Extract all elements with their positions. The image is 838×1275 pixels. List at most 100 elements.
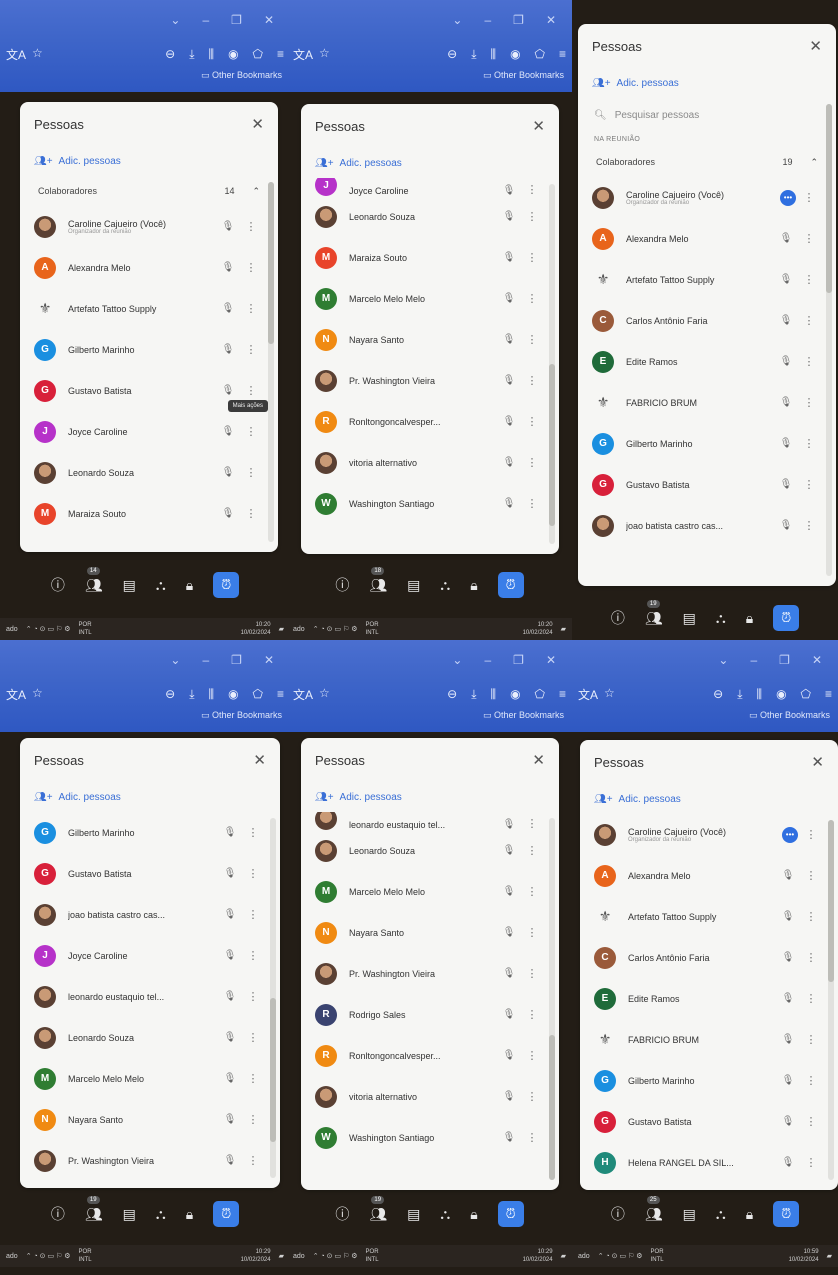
- participant-row[interactable]: M Maraiza Souto 🎙︎ ⋮: [301, 237, 559, 278]
- more-options-icon[interactable]: ⋮: [238, 466, 264, 479]
- other-bookmarks[interactable]: ▭ Other Bookmarks: [201, 70, 282, 81]
- close-window-icon[interactable]: ✕: [264, 653, 274, 667]
- participant-row[interactable]: M Marcelo Melo Melo 🎙︎ ⋮: [301, 278, 559, 319]
- close-window-icon[interactable]: ✕: [546, 653, 556, 667]
- participant-row[interactable]: G Gilberto Marinho 🎙︎ ⋮: [580, 1060, 838, 1101]
- more-options-icon[interactable]: ⋮: [519, 415, 545, 428]
- activities-button[interactable]: ⏰︎: [213, 1201, 240, 1227]
- mic-off-icon[interactable]: 🎙︎: [778, 1157, 798, 1168]
- participant-row[interactable]: G Gustavo Batista 🎙︎ ⋮: [20, 853, 280, 894]
- more-options-icon[interactable]: ⋮: [240, 1154, 266, 1167]
- tray-icons[interactable]: ⌃ ◔ ⊙ ▭ ⚐ ⚙: [26, 625, 71, 633]
- restore-icon[interactable]: ❐: [779, 653, 790, 667]
- scrollbar[interactable]: [826, 104, 832, 576]
- info-icon[interactable]: ⓘ: [611, 608, 625, 628]
- participant-row[interactable]: Leonardo Souza 🎙︎ ⋮: [20, 452, 278, 493]
- menu-icon[interactable]: ≡: [559, 47, 566, 62]
- more-options-icon[interactable]: ⋮: [519, 292, 545, 305]
- scrollbar[interactable]: [270, 818, 276, 1178]
- lock-icon[interactable]: 🔒︎: [470, 577, 477, 594]
- taskbar-clock[interactable]: 10:29 10/02/2024: [241, 1248, 271, 1264]
- more-options-icon[interactable]: ⋮: [519, 251, 545, 264]
- participant-row[interactable]: A Alexandra Melo 🎙︎ ⋮: [578, 218, 836, 259]
- mic-off-icon[interactable]: 🎙︎: [776, 315, 796, 326]
- more-options-icon[interactable]: ⋮: [519, 1090, 545, 1103]
- mic-off-icon[interactable]: 🎙︎: [220, 868, 240, 879]
- participant-row[interactable]: H Helena RANGEL DA SIL... 🎙︎ ⋮: [580, 1142, 838, 1183]
- language-indicator[interactable]: POR INTL: [366, 621, 379, 637]
- participant-row[interactable]: ⚜ Artefato Tattoo Supply 🎙︎ ⋮: [580, 896, 838, 937]
- mic-off-icon[interactable]: 🎙︎: [499, 293, 519, 304]
- language-indicator[interactable]: POR INTL: [651, 1248, 664, 1264]
- mic-off-icon[interactable]: 🎙︎: [776, 520, 796, 531]
- library-icon[interactable]: ⫼: [491, 47, 497, 62]
- participant-row[interactable]: R Rodrigo Sales 🎙︎ ⋮: [301, 994, 559, 1035]
- mic-off-icon[interactable]: 🎙︎: [778, 1075, 798, 1086]
- library-icon[interactable]: ⫼: [209, 687, 215, 702]
- participant-row[interactable]: M Marcelo Melo Melo 🎙︎ ⋮: [301, 871, 559, 912]
- mic-off-icon[interactable]: 🎙︎: [220, 1155, 240, 1166]
- mic-off-icon[interactable]: 🎙︎: [499, 252, 519, 263]
- mic-off-icon[interactable]: 🎙︎: [218, 426, 238, 437]
- restore-icon[interactable]: ❐: [513, 653, 524, 667]
- mic-off-icon[interactable]: 🎙︎: [776, 438, 796, 449]
- participant-row[interactable]: Pr. Washington Vieira 🎙︎ ⋮: [301, 953, 559, 994]
- library-icon[interactable]: ⫼: [209, 47, 215, 62]
- restore-icon[interactable]: ❐: [231, 653, 242, 667]
- translate-icon[interactable]: 文A: [293, 46, 313, 63]
- translate-icon[interactable]: 文A: [293, 686, 313, 703]
- more-options-icon[interactable]: ⋮: [238, 220, 264, 233]
- other-bookmarks[interactable]: ▭ Other Bookmarks: [749, 710, 830, 721]
- people-button[interactable]: 18 👥︎: [369, 566, 387, 594]
- taskbar-clock[interactable]: 10:20 10/02/2024: [523, 621, 553, 637]
- more-options-icon[interactable]: ⋮: [798, 828, 824, 841]
- more-options-icon[interactable]: ⋮: [796, 232, 822, 245]
- close-window-icon[interactable]: ✕: [264, 13, 274, 27]
- notification-icon[interactable]: ▰: [279, 1252, 284, 1260]
- participant-row[interactable]: W Washington Santiago 🎙︎ ⋮: [301, 1117, 559, 1158]
- more-options-icon[interactable]: ⋮: [796, 478, 822, 491]
- circle-icon[interactable]: ⊖: [165, 687, 175, 702]
- star-icon[interactable]: ☆: [319, 686, 330, 703]
- language-indicator[interactable]: POR INTL: [79, 621, 92, 637]
- more-options-icon[interactable]: ⋮: [519, 1131, 545, 1144]
- people-button[interactable]: 14 👥︎: [85, 566, 103, 594]
- notification-icon[interactable]: ▰: [561, 1252, 566, 1260]
- mic-off-icon[interactable]: 🎙︎: [218, 385, 238, 396]
- puzzle-icon[interactable]: ⬠: [253, 687, 263, 702]
- participant-row[interactable]: ⚜ Artefato Tattoo Supply 🎙︎ ⋮: [20, 288, 278, 329]
- participant-row[interactable]: vitoria alternativo 🎙︎ ⋮: [301, 1076, 559, 1117]
- more-options-icon[interactable]: ⋮: [796, 519, 822, 532]
- chat-icon[interactable]: ▤: [407, 1206, 420, 1223]
- mic-off-icon[interactable]: 🎙︎: [499, 457, 519, 468]
- people-button[interactable]: 19 👥︎: [369, 1195, 387, 1223]
- circle-icon[interactable]: ⊖: [165, 47, 175, 62]
- more-options-icon[interactable]: ⋮: [240, 908, 266, 921]
- chevron-down-icon[interactable]: ⌄: [170, 653, 180, 667]
- close-icon[interactable]: ✕: [251, 115, 264, 133]
- more-options-icon[interactable]: ⋮: [519, 885, 545, 898]
- chat-icon[interactable]: ▤: [123, 1206, 136, 1223]
- mic-off-icon[interactable]: 🎙︎: [776, 356, 796, 367]
- extension-icon[interactable]: ◉: [510, 687, 520, 702]
- language-indicator[interactable]: POR INTL: [366, 1248, 379, 1264]
- notification-icon[interactable]: ▰: [561, 625, 566, 633]
- more-options-icon[interactable]: ⋮: [519, 333, 545, 346]
- menu-icon[interactable]: ≡: [277, 687, 284, 702]
- more-options-icon[interactable]: ⋮: [796, 314, 822, 327]
- translate-icon[interactable]: 文A: [6, 46, 26, 63]
- more-options-icon[interactable]: ⋮: [796, 355, 822, 368]
- translate-icon[interactable]: 文A: [6, 686, 26, 703]
- language-indicator[interactable]: POR INTL: [79, 1248, 92, 1264]
- participant-row[interactable]: M Marcelo Melo Melo 🎙︎ ⋮: [20, 1058, 280, 1099]
- more-options-icon[interactable]: ⋮: [798, 869, 824, 882]
- activities-button[interactable]: ⏰︎: [497, 1201, 524, 1227]
- participant-row[interactable]: A Alexandra Melo 🎙︎ ⋮: [580, 855, 838, 896]
- taskbar-clock[interactable]: 10:59 10/02/2024: [789, 1248, 819, 1264]
- close-icon[interactable]: ✕: [811, 753, 824, 771]
- more-options-icon[interactable]: ⋮: [240, 1072, 266, 1085]
- participant-row[interactable]: C Carlos Antônio Faria 🎙︎ ⋮: [580, 937, 838, 978]
- star-icon[interactable]: ☆: [32, 686, 43, 703]
- more-options-icon[interactable]: ⋮: [519, 967, 545, 980]
- participant-row[interactable]: Leonardo Souza 🎙︎ ⋮: [301, 830, 559, 871]
